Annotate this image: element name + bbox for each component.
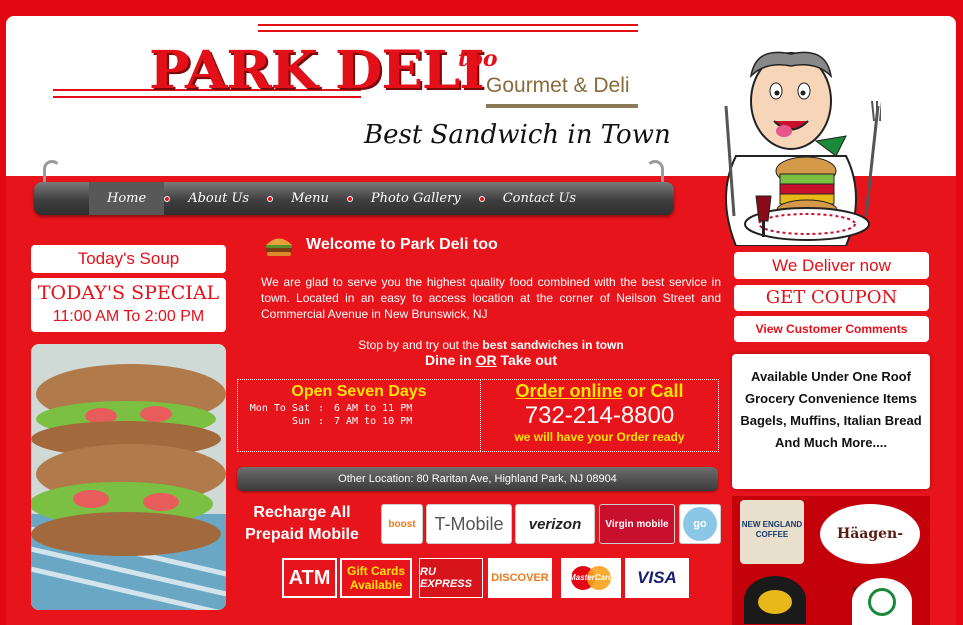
todays-special-button[interactable]: TODAY'S SPECIAL 11:00 AM To 2:00 PM bbox=[31, 278, 226, 332]
stopby-text: Stop by and try out the best sandwiches … bbox=[358, 338, 624, 352]
order-panel: Order online or Call 732-214-8800 we wil… bbox=[481, 380, 718, 451]
tagline: Best Sandwich in Town bbox=[364, 120, 671, 150]
nav-contact[interactable]: Contact Us bbox=[485, 182, 594, 215]
special-title: TODAY'S SPECIAL bbox=[37, 282, 220, 304]
nav-home[interactable]: Home bbox=[89, 182, 165, 215]
burger-icon bbox=[266, 238, 292, 256]
recharge-heading: Recharge All Prepaid Mobile bbox=[245, 504, 359, 543]
order-ready-text: we will have your Order ready bbox=[514, 430, 685, 444]
go-logo-icon: go bbox=[679, 504, 721, 544]
virgin-mobile-logo-icon: Virgin mobile bbox=[599, 504, 675, 544]
info-box: Open Seven Days Mon To Sat:6 AM to 11 PM… bbox=[237, 379, 719, 452]
atm-icon: ATM bbox=[282, 558, 337, 598]
new-england-coffee-logo-icon: NEW ENGLAND COFFEE bbox=[740, 500, 804, 564]
discover-logo-icon: DISCOVER bbox=[488, 558, 552, 598]
page-frame: PARK DELI too Gourmet & Deli Best Sandwi… bbox=[6, 16, 956, 625]
main-nav: Home About Us Menu Photo Gallery Contact… bbox=[34, 182, 674, 215]
brand-logos-panel: NEW ENGLAND COFFEE Häagen-Dazs bbox=[732, 496, 930, 625]
logo-suffix: too bbox=[458, 46, 498, 72]
gift-cards-badge: Gift Cards Available bbox=[340, 558, 412, 598]
boar-head-logo-icon bbox=[744, 576, 806, 624]
sandwich-image bbox=[31, 344, 226, 610]
hours-panel: Open Seven Days Mon To Sat:6 AM to 11 PM… bbox=[238, 380, 481, 451]
nav-gallery[interactable]: Photo Gallery bbox=[353, 182, 479, 215]
logo-line bbox=[258, 30, 638, 32]
nav-about[interactable]: About Us bbox=[170, 182, 267, 215]
todays-soup-button[interactable]: Today's Soup bbox=[31, 245, 226, 273]
get-coupon-button[interactable]: GET COUPON bbox=[734, 285, 929, 311]
special-hours: 11:00 AM To 2:00 PM bbox=[52, 308, 205, 325]
other-location-bar: Other Location: 80 Raritan Ave, Highland… bbox=[237, 467, 718, 491]
grocery-info-box: Available Under One Roof Grocery Conveni… bbox=[732, 354, 930, 489]
visa-logo-icon: VISA bbox=[625, 558, 689, 598]
mastercard-logo-icon: MasterCard bbox=[561, 558, 621, 598]
dine-text: Dine in OR Take out bbox=[425, 352, 557, 368]
verizon-logo-icon: verizon bbox=[515, 504, 595, 544]
order-online-link[interactable]: Order online bbox=[515, 381, 622, 401]
hours-row: Mon To Sat:6 AM to 11 PM bbox=[249, 403, 413, 414]
we-deliver-button[interactable]: We Deliver now bbox=[734, 252, 929, 279]
intro-text: We are glad to serve you the highest qua… bbox=[261, 275, 721, 321]
boost-logo-icon: boost bbox=[381, 504, 423, 544]
ru-express-logo-icon: RU EXPRESS bbox=[419, 558, 483, 598]
chef-mascot-icon bbox=[724, 51, 881, 246]
phone-number[interactable]: 732-214-8800 bbox=[481, 402, 718, 430]
haagen-dazs-logo-icon: Häagen-Dazs bbox=[820, 504, 920, 602]
customer-comments-button[interactable]: View Customer Comments bbox=[734, 316, 929, 342]
logo-line bbox=[258, 24, 638, 26]
tmobile-logo-icon: T-Mobile bbox=[426, 504, 512, 544]
open-title: Open Seven Days bbox=[291, 383, 427, 400]
logo-text[interactable]: PARK DELI bbox=[149, 40, 485, 101]
hours-row: Sun:7 AM to 10 PM bbox=[291, 416, 413, 427]
logo-subtitle: Gourmet & Deli bbox=[486, 74, 630, 97]
nav-menu[interactable]: Menu bbox=[273, 182, 347, 215]
nj-lottery-logo-icon bbox=[852, 578, 912, 625]
subtitle-bar bbox=[486, 104, 638, 108]
order-title: Order online or Call bbox=[515, 381, 684, 401]
